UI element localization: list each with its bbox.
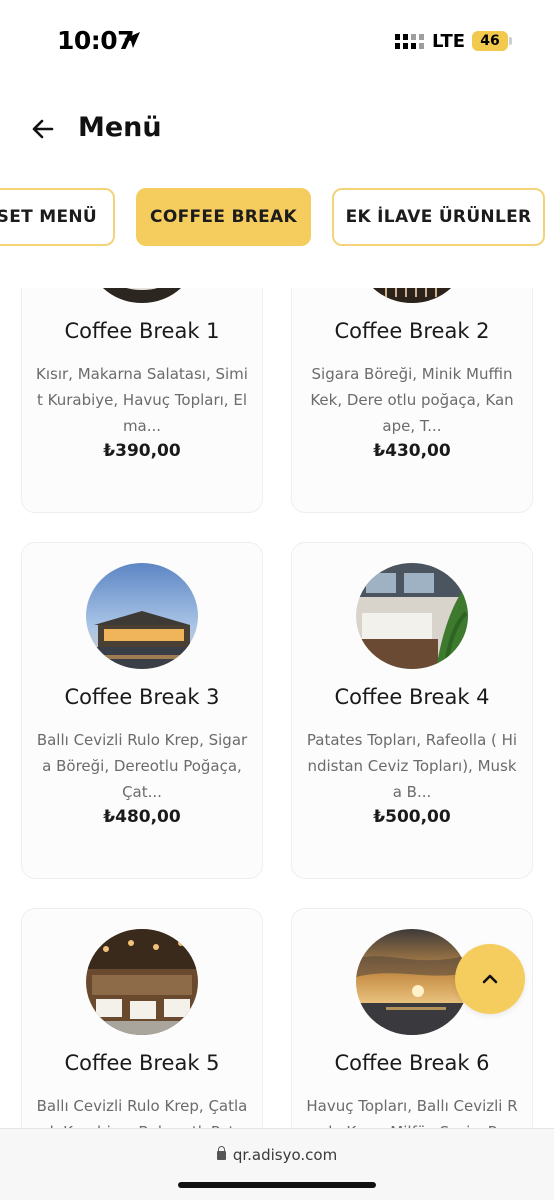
product-description: Sigara Böreği, Minik Muffin Kek, Dere ot… bbox=[310, 365, 514, 435]
product-title: Coffee Break 2 bbox=[334, 319, 490, 343]
product-image bbox=[356, 288, 468, 303]
product-description: Kısır, Makarna Salatası, Simit Kurabiye,… bbox=[36, 365, 248, 435]
product-title: Coffee Break 4 bbox=[334, 685, 490, 709]
product-description: Patates Topları, Rafeolla ( Hindistan Ce… bbox=[306, 731, 518, 801]
product-description: Havuç Topları, Ballı Cevizli Rulo Krep, … bbox=[306, 1097, 518, 1128]
tab-set-menu[interactable]: SET MENÜ bbox=[0, 188, 115, 246]
tab-coffee-break[interactable]: COFFEE BREAK bbox=[136, 188, 311, 246]
product-price: ₺480,00 bbox=[103, 807, 181, 827]
status-bar: 10:07 LTE 46 bbox=[0, 0, 554, 82]
product-title: Coffee Break 6 bbox=[334, 1051, 490, 1075]
product-card-coffee-break-3[interactable]: Coffee Break 3 Ballı Cevizli Rulo Krep, … bbox=[21, 542, 263, 879]
scroll-to-top-button[interactable] bbox=[455, 944, 525, 1014]
product-card-coffee-break-6[interactable]: Coffee Break 6 Havuç Topları, Ballı Cevi… bbox=[291, 908, 533, 1128]
product-description: Ballı Cevizli Rulo Krep, Sigara Böreği, … bbox=[36, 731, 248, 801]
product-card-coffee-break-1[interactable]: Coffee Break 1 Kısır, Makarna Salatası, … bbox=[21, 288, 263, 513]
product-image bbox=[86, 563, 198, 669]
arrow-left-icon bbox=[32, 119, 54, 139]
battery-cap bbox=[509, 37, 512, 45]
product-title: Coffee Break 1 bbox=[64, 319, 220, 343]
product-card-coffee-break-4[interactable]: Coffee Break 4 Patates Topları, Rafeolla… bbox=[291, 542, 533, 879]
product-description: Ballı Cevizli Rulo Krep, Çatlak Kurabiye… bbox=[36, 1097, 248, 1128]
battery-icon: 46 bbox=[472, 31, 508, 51]
product-price: ₺430,00 bbox=[373, 441, 451, 461]
network-type: LTE bbox=[432, 31, 466, 52]
product-card-coffee-break-2[interactable]: Coffee Break 2 Sigara Böreği, Minik Muff… bbox=[291, 288, 533, 513]
category-tabs: SET MENÜ COFFEE BREAK EK İLAVE ÜRÜNLER bbox=[0, 188, 554, 248]
url-text: qr.adisyo.com bbox=[232, 1146, 338, 1164]
home-indicator[interactable] bbox=[178, 1182, 376, 1188]
chevron-up-icon bbox=[482, 974, 498, 984]
back-button[interactable] bbox=[26, 112, 60, 146]
product-image bbox=[356, 929, 468, 1035]
product-image bbox=[86, 929, 198, 1035]
product-title: Coffee Break 5 bbox=[64, 1051, 220, 1075]
product-image bbox=[86, 288, 198, 303]
address-bar[interactable]: qr.adisyo.com bbox=[0, 1146, 554, 1164]
page-header: Menü bbox=[0, 100, 554, 160]
product-price: ₺390,00 bbox=[103, 441, 181, 461]
tab-ek-ilave-urunler[interactable]: EK İLAVE ÜRÜNLER bbox=[332, 188, 545, 246]
cellular-signal-icon bbox=[395, 34, 424, 49]
product-title: Coffee Break 3 bbox=[64, 685, 220, 709]
page-title: Menü bbox=[78, 112, 162, 143]
browser-bottom-bar: qr.adisyo.com bbox=[0, 1128, 554, 1200]
lock-icon bbox=[216, 1146, 226, 1160]
product-image bbox=[356, 563, 468, 669]
product-price: ₺500,00 bbox=[373, 807, 451, 827]
product-card-coffee-break-5[interactable]: Coffee Break 5 Ballı Cevizli Rulo Krep, … bbox=[21, 908, 263, 1128]
location-arrow-icon bbox=[124, 32, 140, 48]
